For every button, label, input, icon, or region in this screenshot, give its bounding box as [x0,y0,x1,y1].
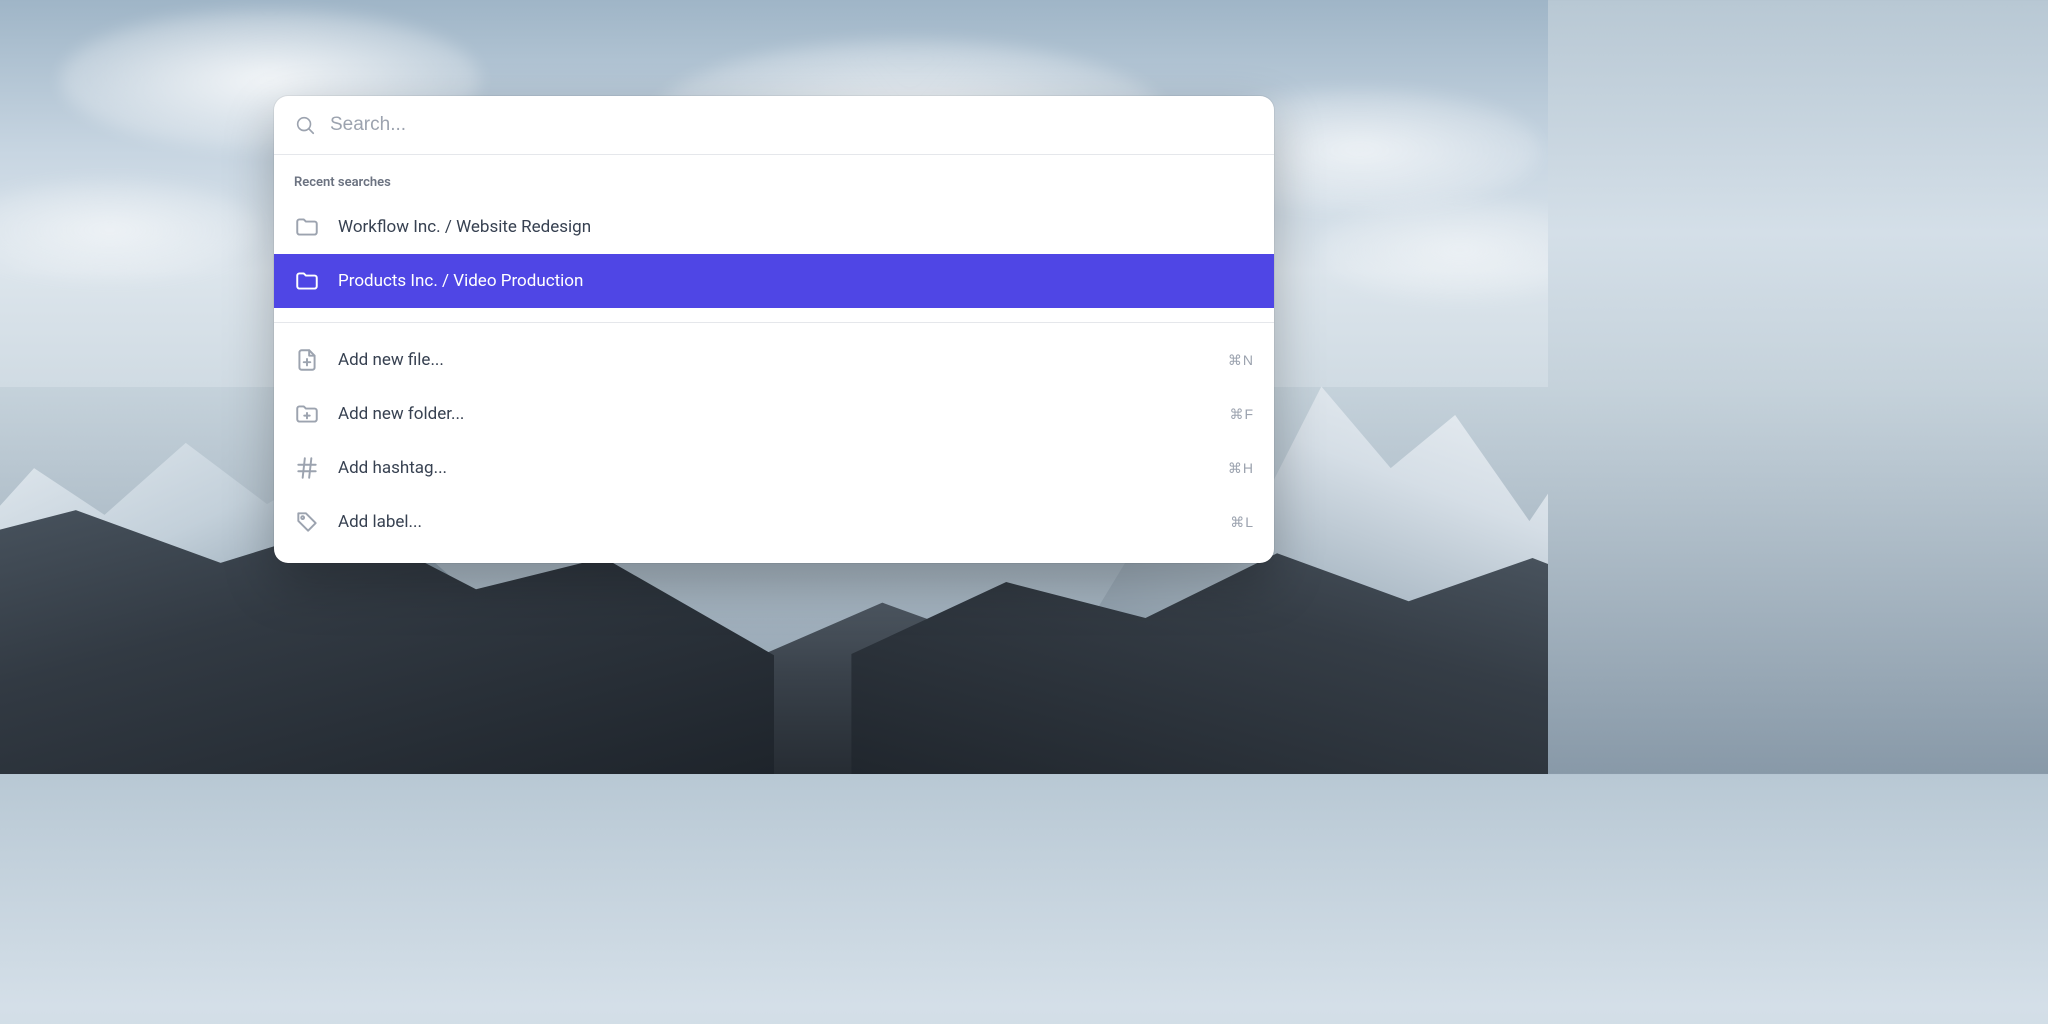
action-shortcut: ⌘H [1228,460,1254,477]
action-label: Add label... [338,511,1212,533]
folder-icon [294,268,320,294]
action-shortcut: ⌘F [1229,406,1254,423]
recent-heading: Recent searches [274,165,1274,200]
recent-item-workflow[interactable]: Workflow Inc. / Website Redesign [274,200,1274,254]
action-add-hashtag[interactable]: Add hashtag... ⌘H [274,441,1274,495]
document-plus-icon [294,347,320,373]
search-row [274,96,1274,154]
folder-plus-icon [294,401,320,427]
action-add-label[interactable]: Add label... ⌘L [274,495,1274,549]
actions-section: Add new file... ⌘N Add new folder... ⌘F … [274,323,1274,563]
action-shortcut: ⌘L [1230,514,1254,531]
action-shortcut: ⌘N [1228,352,1254,369]
action-add-folder[interactable]: Add new folder... ⌘F [274,387,1274,441]
action-label: Add new folder... [338,403,1211,425]
action-label: Add new file... [338,349,1210,371]
recent-item-label: Workflow Inc. / Website Redesign [338,216,1254,238]
recent-item-products[interactable]: Products Inc. / Video Production [274,254,1274,308]
hashtag-icon [294,455,320,481]
search-icon [294,114,316,136]
tag-icon [294,509,320,535]
search-input[interactable] [330,114,1254,136]
recent-section: Recent searches Workflow Inc. / Website … [274,155,1274,322]
command-palette: Recent searches Workflow Inc. / Website … [274,96,1274,563]
folder-icon [294,214,320,240]
action-label: Add hashtag... [338,457,1210,479]
recent-item-label: Products Inc. / Video Production [338,270,1254,292]
action-add-file[interactable]: Add new file... ⌘N [274,333,1274,387]
